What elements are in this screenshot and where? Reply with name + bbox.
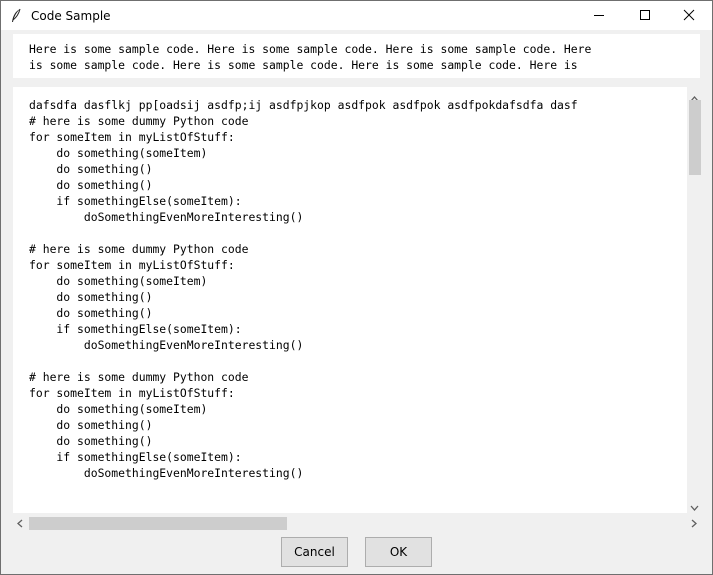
code-line: # here is some dummy Python code (29, 242, 249, 256)
horizontal-scroll-thumb[interactable] (29, 517, 287, 530)
code-line: # here is some dummy Python code (29, 370, 249, 384)
code-text-area[interactable]: dafsdfa dasflkj pp[oadsij asdfp;ij asdfp… (13, 87, 687, 513)
horizontal-scrollbar[interactable] (13, 515, 702, 532)
intro-text-line: Here is some sample code. Here is some s… (29, 42, 592, 56)
vertical-scroll-thumb[interactable] (689, 100, 701, 175)
intro-text-area: Here is some sample code. Here is some s… (13, 34, 700, 78)
code-line: do something() (29, 162, 153, 176)
code-line: do something(someItem) (29, 274, 208, 288)
minimize-button[interactable] (576, 1, 622, 30)
code-line: for someItem in myListOfStuff: (29, 258, 235, 272)
code-line: dafsdfa dasflkj pp[oadsij asdfp;ij asdfp… (29, 98, 578, 112)
code-line: do something() (29, 434, 153, 448)
intro-text-line: is some sample code. Here is some sample… (29, 58, 578, 72)
code-line: # here is some dummy Python code (29, 114, 249, 128)
vertical-scrollbar[interactable] (687, 87, 702, 513)
code-line: for someItem in myListOfStuff: (29, 130, 235, 144)
code-line: doSomethingEvenMoreInteresting() (29, 466, 304, 480)
feather-icon (10, 8, 22, 24)
scroll-down-arrow-icon[interactable] (687, 499, 702, 511)
title-bar[interactable]: Code Sample (1, 1, 712, 30)
code-line: doSomethingEvenMoreInteresting() (29, 210, 304, 224)
close-button[interactable] (666, 1, 712, 30)
maximize-icon (639, 6, 651, 25)
code-line: do something() (29, 418, 153, 432)
code-line: do something() (29, 178, 153, 192)
dialog-window: Code Sample Here is some sample code. He… (0, 0, 713, 575)
cancel-button[interactable]: Cancel (281, 537, 348, 567)
ok-button[interactable]: OK (365, 537, 432, 567)
maximize-button[interactable] (622, 1, 668, 30)
window-title: Code Sample (31, 9, 111, 23)
code-line: do something(someItem) (29, 402, 208, 416)
close-icon (683, 6, 695, 25)
code-line: do something() (29, 306, 153, 320)
code-line: do something(someItem) (29, 146, 208, 160)
code-line: doSomethingEvenMoreInteresting() (29, 338, 304, 352)
code-line: if somethingElse(someItem): (29, 194, 242, 208)
code-line: for someItem in myListOfStuff: (29, 386, 235, 400)
scroll-right-arrow-icon[interactable] (687, 515, 701, 532)
code-line: if somethingElse(someItem): (29, 322, 242, 336)
code-line: do something() (29, 290, 153, 304)
code-line: if somethingElse(someItem): (29, 450, 242, 464)
minimize-icon (593, 6, 605, 25)
scroll-left-arrow-icon[interactable] (13, 515, 27, 532)
